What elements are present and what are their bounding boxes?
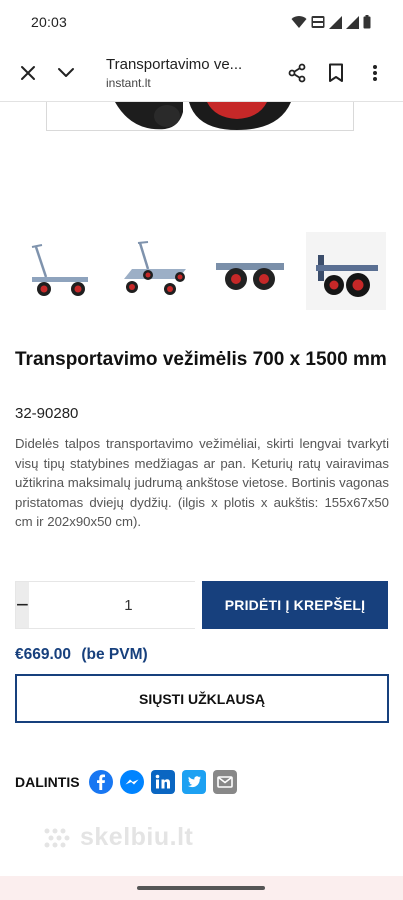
volte-icon xyxy=(311,16,325,28)
messenger-icon xyxy=(125,779,139,785)
twitter-icon xyxy=(188,776,201,788)
signal-1-icon xyxy=(329,15,342,29)
facebook-share-button[interactable] xyxy=(89,770,113,794)
product-description: Didelės talpos transportavimo vežimėliai… xyxy=(15,436,389,529)
share-button[interactable] xyxy=(285,61,309,85)
close-icon xyxy=(21,66,35,80)
browser-toolbar: Transportavimo ve... instant.lt xyxy=(0,44,403,102)
status-bar: 20:03 xyxy=(0,0,403,44)
share-label: DALINTIS xyxy=(15,774,80,790)
signal-2-icon xyxy=(346,15,359,29)
send-inquiry-button[interactable]: SIŲSTI UŽKLAUSĄ xyxy=(15,674,389,723)
thumbnail-3[interactable] xyxy=(210,232,290,310)
dots-logo-icon xyxy=(44,828,70,847)
page-url: instant.lt xyxy=(106,76,151,90)
bookmark-button[interactable] xyxy=(324,61,348,85)
home-gesture-bar[interactable] xyxy=(137,886,265,890)
price-value: €669.00 xyxy=(15,646,72,663)
close-button[interactable] xyxy=(16,61,40,85)
messenger-share-button[interactable] xyxy=(120,770,144,794)
page-info[interactable]: Transportavimo ve... instant.lt xyxy=(106,56,256,90)
status-icons xyxy=(291,15,371,29)
facebook-icon xyxy=(97,774,105,790)
thumbnail-2[interactable] xyxy=(114,232,194,310)
quantity-input[interactable] xyxy=(28,582,228,628)
cart-wheels-image xyxy=(115,102,291,130)
twitter-share-button[interactable] xyxy=(182,770,206,794)
thumbnail-4[interactable] xyxy=(306,232,386,310)
main-product-image[interactable] xyxy=(46,102,354,131)
cart-angled-thumbnail xyxy=(124,241,186,295)
email-share-button[interactable] xyxy=(213,770,237,794)
cart-side-thumbnail xyxy=(31,244,88,296)
price: €669.00 (be PVM) xyxy=(15,646,148,664)
cart-closeup-thumbnail xyxy=(316,255,378,297)
watermark: skelbiu.lt xyxy=(42,823,193,852)
battery-icon xyxy=(363,15,371,29)
decrement-button[interactable]: − xyxy=(16,582,29,628)
linkedin-share-button[interactable] xyxy=(151,770,175,794)
thumbnail-strip xyxy=(18,232,386,310)
status-time: 20:03 xyxy=(31,14,68,30)
share-icon xyxy=(288,63,306,83)
add-to-cart-button[interactable]: PRIDĖTI Į KREPŠELĮ xyxy=(202,581,388,629)
watermark-text: skelbiu.lt xyxy=(80,823,194,851)
linkedin-icon xyxy=(155,774,170,789)
page-title: Transportavimo ve... xyxy=(106,56,243,73)
price-note: (be PVM) xyxy=(81,646,148,663)
chevron-down-icon xyxy=(58,68,74,77)
share-icons xyxy=(89,770,237,794)
bookmark-icon xyxy=(329,63,343,82)
thumbnail-1[interactable] xyxy=(18,232,98,310)
product-title: Transportavimo vežimėlis 700 x 1500 mm xyxy=(15,349,387,370)
expand-button[interactable] xyxy=(54,61,78,85)
quantity-stepper: − + xyxy=(15,581,241,629)
wifi-icon xyxy=(291,16,307,28)
product-sku: 32-90280 xyxy=(15,405,79,422)
more-button[interactable] xyxy=(363,61,387,85)
more-icon xyxy=(373,65,377,81)
email-icon xyxy=(217,776,233,788)
cart-front-thumbnail xyxy=(216,263,284,290)
